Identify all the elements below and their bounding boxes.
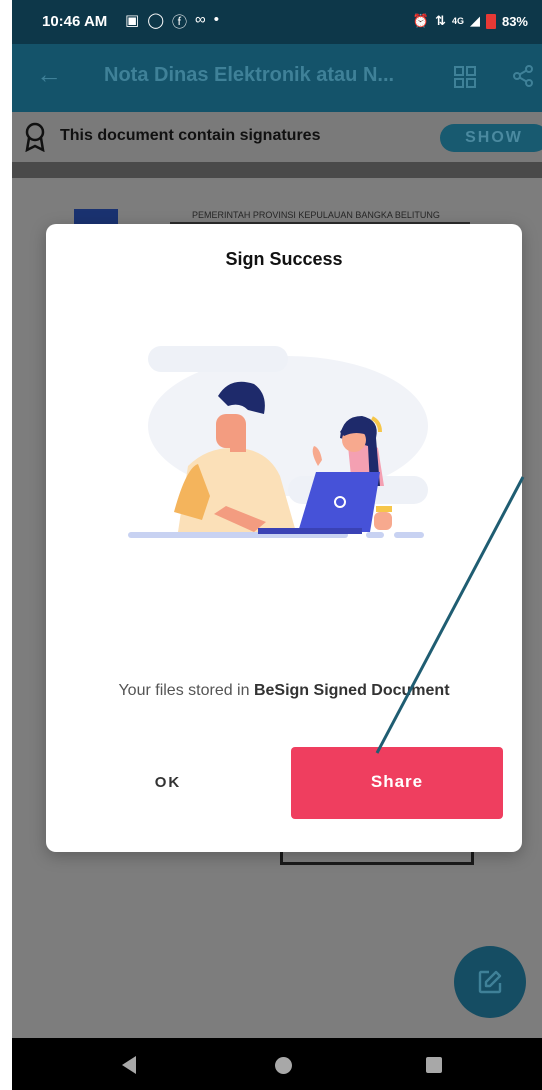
signal-icon: ◢ [469,13,480,28]
success-illustration [128,346,428,538]
share-icon[interactable] [511,64,535,88]
show-signatures-button[interactable]: SHOW [440,124,542,152]
whatsapp-icon: ◯ [147,12,164,29]
status-right: ⏰ ⇅ 4G ◢ 83% [413,13,528,29]
battery-icon [485,13,496,29]
ok-button[interactable]: OK [136,774,200,798]
back-arrow-icon[interactable]: ← [36,61,62,87]
sign-success-dialog: Sign Success Your files stored in BeSign… [46,224,522,852]
document-header: PEMERINTAH PROVINSI KEPULAUAN BANGKA BEL… [192,210,440,220]
document-title: Nota Dinas Elektronik atau N... [104,64,395,86]
edit-icon [478,970,502,994]
phone-screen: 10:46 AM ▣ ◯ ⓕ ∞ • ⏰ ⇅ 4G ◢ 83% ← Nota D… [12,0,542,1090]
dot-icon: • [213,11,219,28]
share-button[interactable]: Share [291,747,503,819]
dialog-title: Sign Success [225,249,343,269]
signature-banner-text: This document contain signatures [60,127,321,144]
voicemail-icon: ∞ [195,11,206,28]
app-bar: ← Nota Dinas Elektronik atau N... [12,44,542,112]
data-arrows-icon: ⇅ [435,13,446,28]
grid-icon[interactable] [454,66,476,88]
dialog-message-folder: BeSign Signed Document [253,682,450,699]
gallery-icon: ▣ [125,12,140,29]
nav-recents-icon[interactable] [426,1057,442,1073]
award-ribbon-icon [25,122,45,152]
battery-level: 83% [501,13,528,29]
status-bar: 10:46 AM ▣ ◯ ⓕ ∞ • ⏰ ⇅ 4G ◢ 83% [12,0,542,44]
status-time: 10:46 AM [42,13,108,30]
dialog-message-text: Your files stored in [118,682,254,699]
toolbar-divider [12,162,542,178]
system-nav-bar [12,1038,542,1090]
network-type: 4G [451,16,464,26]
alarm-icon: ⏰ [412,13,430,28]
signature-banner: This document contain signatures SHOW [12,112,542,162]
facebook-icon: ⓕ [171,14,187,31]
sign-fab-button[interactable] [454,946,526,1018]
nav-back-icon[interactable] [122,1056,136,1074]
dialog-message: Your files stored in BeSign Signed Docum… [46,682,522,700]
nav-home-icon[interactable] [275,1057,292,1074]
notification-icons: ▣ ◯ ⓕ ∞ • [125,11,219,32]
